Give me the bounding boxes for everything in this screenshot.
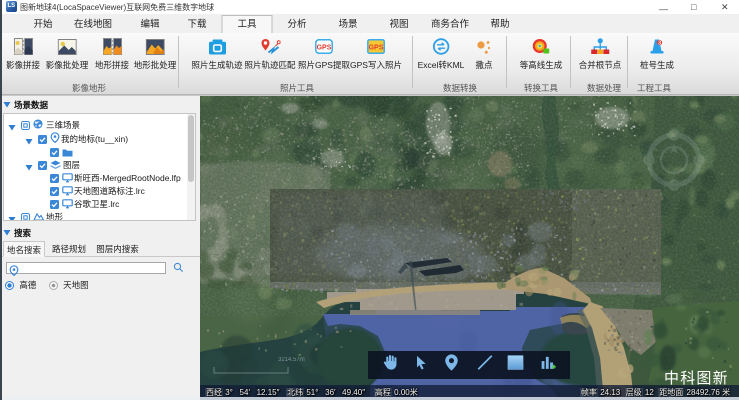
svg-text:GPS: GPS (369, 45, 384, 52)
svg-text:3: 3 (658, 41, 661, 47)
svg-text:GPS: GPS (317, 45, 332, 52)
svg-text:3214.57m: 3214.57m (278, 357, 305, 363)
